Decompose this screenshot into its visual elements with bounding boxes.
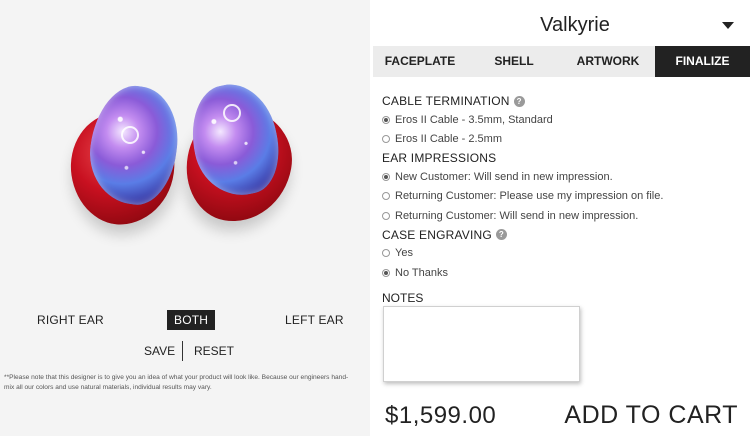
help-icon[interactable]: ?	[513, 95, 525, 107]
impression-option-new-customer[interactable]: New Customer: Will send in new impressio…	[382, 167, 742, 187]
design-actions: SAVE RESET	[0, 340, 370, 362]
ear-selector: RIGHT EAR BOTH LEFT EAR	[0, 310, 370, 330]
option-label: Yes	[395, 247, 413, 260]
impression-option-returning-new[interactable]: Returning Customer: Will send in new imp…	[382, 206, 742, 226]
tab-faceplate[interactable]: FACEPLATE	[373, 46, 467, 77]
right-earpiece-image	[63, 80, 185, 232]
impressions-section-title: EAR IMPRESSIONS	[382, 149, 742, 167]
left-earpiece-image	[177, 76, 307, 232]
notes-textarea[interactable]	[383, 306, 580, 382]
radio-button[interactable]	[382, 268, 390, 277]
finalize-form: CABLE TERMINATION ? Eros II Cable - 3.5m…	[382, 92, 742, 283]
cable-option-25mm[interactable]: Eros II Cable - 2.5mm	[382, 130, 742, 150]
engraving-section-label: CASE ENGRAVING	[382, 227, 492, 242]
cable-option-35mm[interactable]: Eros II Cable - 3.5mm, Standard	[382, 110, 742, 130]
help-icon[interactable]: ?	[495, 229, 507, 240]
model-dropdown[interactable]: Valkyrie	[370, 4, 750, 44]
save-button[interactable]: SAVE	[144, 344, 175, 358]
disclaimer-text: **Please note that this designer is to g…	[4, 374, 349, 391]
radio-button[interactable]	[382, 135, 390, 144]
both-ears-button[interactable]: BOTH	[167, 310, 216, 330]
radio-button[interactable]	[382, 115, 390, 124]
tab-artwork[interactable]: ARTWORK	[561, 46, 655, 77]
engraving-section-title: CASE ENGRAVING ?	[382, 226, 742, 244]
configurator-panel: Valkyrie FACEPLATE SHELL ARTWORK FINALIZ…	[370, 0, 750, 436]
option-label: Returning Customer: Please use my impres…	[395, 190, 664, 203]
option-label: New Customer: Will send in new impressio…	[395, 170, 613, 183]
faceplate-logo-icon	[223, 104, 241, 122]
faceplate-logo-icon	[121, 126, 139, 144]
config-tabs: FACEPLATE SHELL ARTWORK FINALIZE	[373, 46, 750, 77]
actions-divider	[182, 341, 183, 361]
earphone-preview	[55, 76, 307, 242]
radio-button[interactable]	[382, 211, 390, 220]
option-label: No Thanks	[395, 266, 448, 279]
radio-button[interactable]	[382, 192, 390, 201]
option-label: Eros II Cable - 3.5mm, Standard	[395, 113, 553, 126]
preview-panel: RIGHT EAR BOTH LEFT EAR SAVE RESET **Ple…	[0, 0, 370, 436]
radio-button[interactable]	[382, 249, 390, 258]
add-to-cart-button[interactable]: ADD TO CART	[564, 401, 738, 430]
price-display: $1,599.00	[385, 402, 497, 429]
product-title: Valkyrie	[540, 14, 610, 36]
engraving-option-no-thanks[interactable]: No Thanks	[382, 263, 742, 283]
cable-section-title: CABLE TERMINATION ?	[382, 92, 742, 110]
option-label: Returning Customer: Will send in new imp…	[395, 209, 639, 222]
option-label: Eros II Cable - 2.5mm	[395, 133, 502, 146]
engraving-option-yes[interactable]: Yes	[382, 244, 742, 264]
impressions-section-label: EAR IMPRESSIONS	[382, 151, 497, 165]
left-ear-button[interactable]: LEFT EAR	[278, 310, 351, 330]
cable-section-label: CABLE TERMINATION	[382, 94, 510, 108]
notes-label: NOTES	[382, 291, 424, 305]
right-ear-button[interactable]: RIGHT EAR	[30, 310, 111, 330]
reset-button[interactable]: RESET	[194, 344, 234, 358]
tab-finalize[interactable]: FINALIZE	[655, 46, 750, 77]
radio-button[interactable]	[382, 172, 390, 181]
tab-shell[interactable]: SHELL	[467, 46, 561, 77]
impression-option-on-file[interactable]: Returning Customer: Please use my impres…	[382, 187, 742, 207]
chevron-down-icon[interactable]	[722, 22, 734, 29]
